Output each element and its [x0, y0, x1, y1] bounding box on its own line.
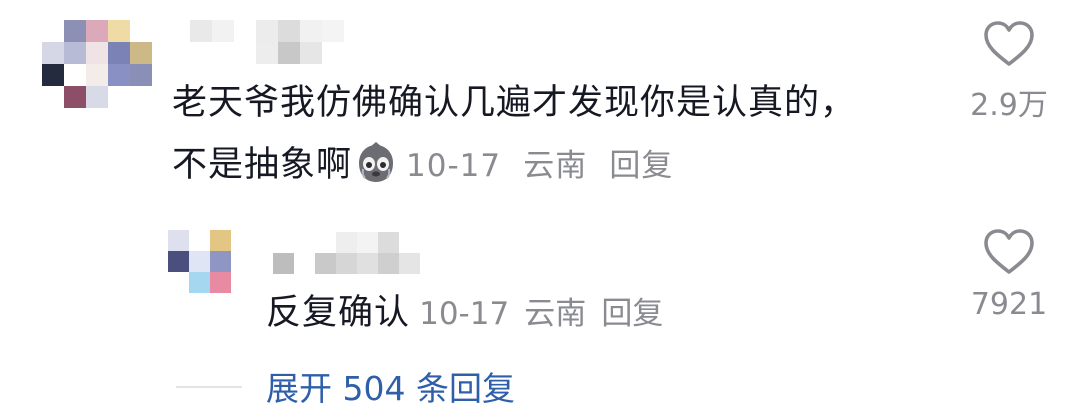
comment-text-line-2-content: 不是抽象啊: [172, 145, 353, 185]
comment-text-line-2: 不是抽象啊 10-17 云南 回复: [172, 134, 952, 197]
reply-location: 云南: [524, 296, 587, 332]
username[interactable]: [190, 20, 344, 64]
reply-heart-icon[interactable]: [982, 228, 1036, 276]
reply-date: 10-17: [419, 296, 510, 332]
comment-text-line-1: 老天爷我仿佛确认几遍才发现你是认真的，: [172, 83, 857, 123]
divider: [176, 386, 242, 388]
reply: 反复确认 10-17 云南 回复: [266, 282, 663, 347]
reply-avatar[interactable]: [168, 230, 231, 293]
reply-button[interactable]: 回复: [609, 148, 673, 184]
crying-face-icon: [359, 142, 394, 182]
reply-username[interactable]: [273, 232, 420, 274]
reply-like-count: 7921: [970, 287, 1048, 322]
reply-text: 反复确认: [266, 293, 411, 333]
expand-replies-button[interactable]: 展开 504 条回复: [266, 362, 515, 410]
heart-icon[interactable]: [982, 20, 1036, 68]
comment-location: 云南: [523, 148, 588, 184]
comment-text: 老天爷我仿佛确认几遍才发现你是认真的， 不是抽象啊 10-17 云南 回复: [172, 72, 952, 197]
comment-date: 10-17: [406, 148, 502, 184]
avatar[interactable]: [42, 20, 152, 108]
reply-reply-button[interactable]: 回复: [601, 296, 663, 332]
like-count: 2.9万: [970, 88, 1048, 123]
